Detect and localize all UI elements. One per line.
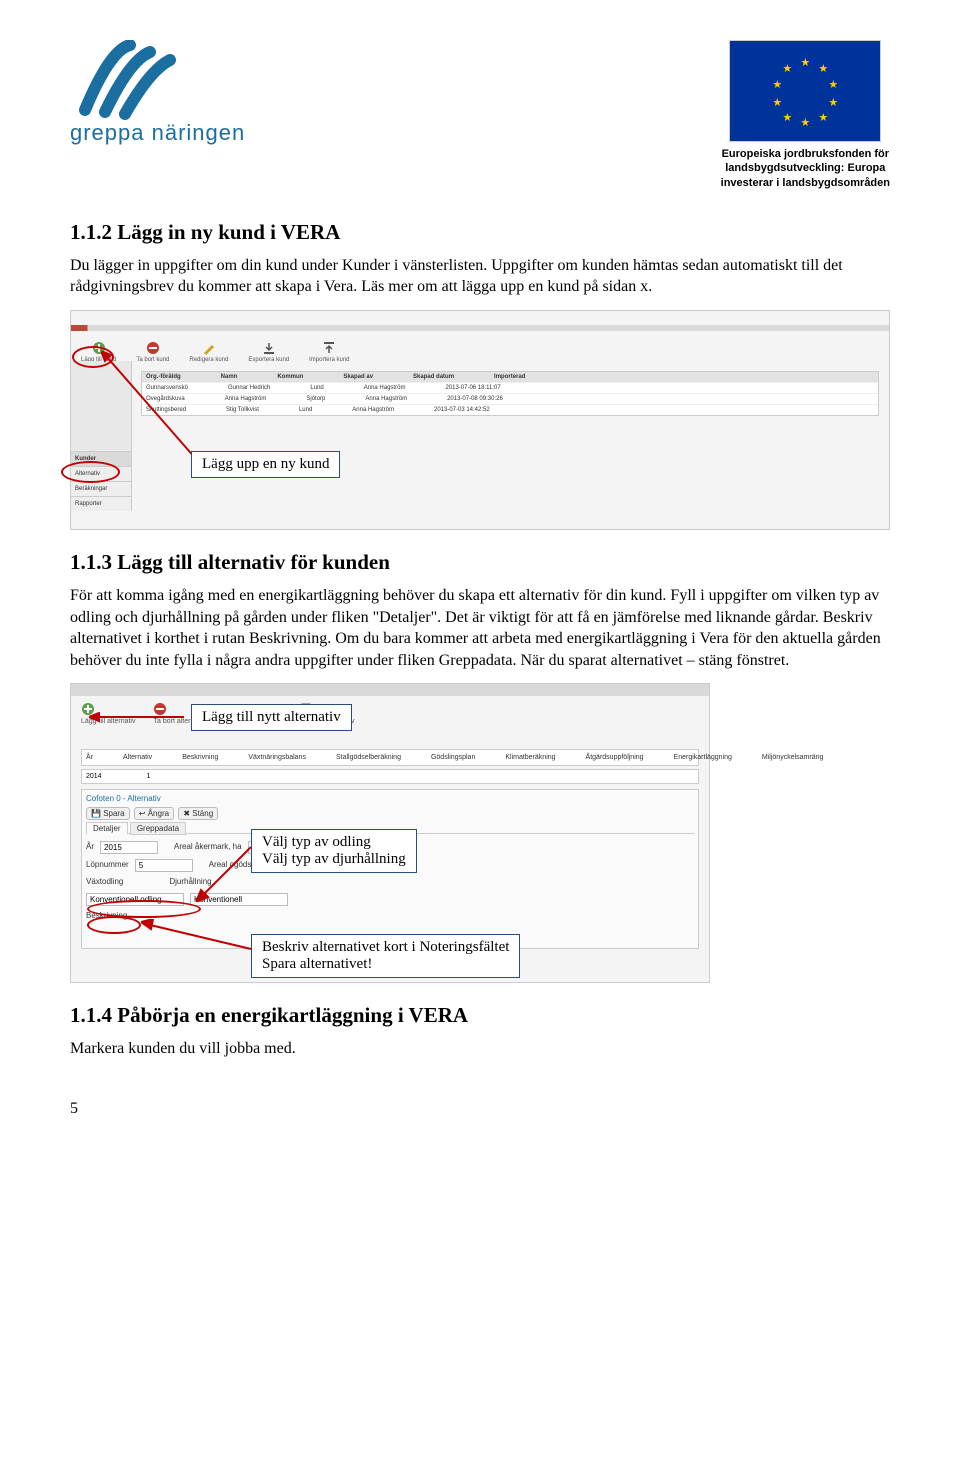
dialog-title: Cofoten 0 - Alternativ: [86, 794, 161, 803]
tab-detaljer[interactable]: Detaljer: [86, 822, 128, 835]
screenshot-alternativ: Lägg till alternativ Ta bort alternativ …: [70, 683, 710, 983]
undo-button[interactable]: ↩ Ångra: [134, 807, 174, 820]
table-row[interactable]: SkuttingsberedStig TollkvistLundAnna Hag…: [142, 404, 878, 415]
brand-logo: greppa näringen: [70, 40, 245, 146]
export-customer-button[interactable]: Exportera kund: [248, 341, 289, 363]
table-row[interactable]: GunnarsvensköGunnar HedrichLundAnna Hags…: [142, 382, 878, 393]
heading-1-1-3: 1.1.3 Lägg till alternativ för kunden: [70, 550, 890, 575]
para-1-1-3: För att komma igång med en energikartläg…: [70, 585, 890, 671]
heading-1-1-4: 1.1.4 Påbörja en energikartläggning i VE…: [70, 1003, 890, 1028]
page-header: greppa näringen ★ ★ ★ ★ ★ ★ ★ ★ ★ ★ ★ ★ …: [70, 40, 890, 190]
callout-add-customer: Lägg upp en ny kund: [191, 451, 340, 478]
sidebar-item-berakningar[interactable]: Beräkningar: [71, 481, 131, 496]
year-input[interactable]: [100, 841, 158, 854]
customer-table: Org.-föräldg Namn Kommun Skapad av Skapa…: [141, 371, 879, 416]
sidebar-item-rapporter[interactable]: Rapporter: [71, 496, 131, 511]
logo-waves-icon: [70, 40, 180, 120]
table-row[interactable]: 20141: [81, 769, 699, 784]
page-number: 5: [70, 1100, 890, 1118]
screenshot-kunder: Lägg till kund Ta bort kund Redigera kun…: [70, 310, 890, 530]
save-button[interactable]: 💾 Spara: [86, 807, 130, 820]
eu-flag-icon: ★ ★ ★ ★ ★ ★ ★ ★ ★ ★ ★ ★: [729, 40, 881, 142]
callout-beskriv: Beskriv alternativet kort i Noteringsfäl…: [251, 934, 520, 978]
eu-caption: Europeiska jordbruksfonden för landsbygd…: [721, 147, 890, 190]
import-customer-button[interactable]: Importera kund: [309, 341, 349, 363]
table-row[interactable]: OvegårdskuvaAnna HagströmSjötorpAnna Hag…: [142, 393, 878, 404]
lopn-input[interactable]: [135, 859, 193, 872]
alt-columns: ÅrAlternativBeskrivningVäxtnäringsbalans…: [81, 749, 699, 766]
eu-logo-block: ★ ★ ★ ★ ★ ★ ★ ★ ★ ★ ★ ★ Europeiska jordb…: [721, 40, 890, 190]
heading-1-1-2: 1.1.2 Lägg in ny kund i VERA: [70, 220, 890, 245]
para-1-1-2: Du lägger in uppgifter om din kund under…: [70, 255, 890, 298]
tab-greppadata[interactable]: Greppadata: [130, 822, 186, 835]
callout-add-alt: Lägg till nytt alternativ: [191, 704, 352, 731]
brand-name: greppa näringen: [70, 120, 245, 146]
close-button[interactable]: ✖ Stäng: [178, 807, 218, 820]
callout-odling: Välj typ av odling Välj typ av djurhålln…: [251, 829, 417, 873]
para-1-1-4: Markera kunden du vill jobba med.: [70, 1038, 890, 1060]
